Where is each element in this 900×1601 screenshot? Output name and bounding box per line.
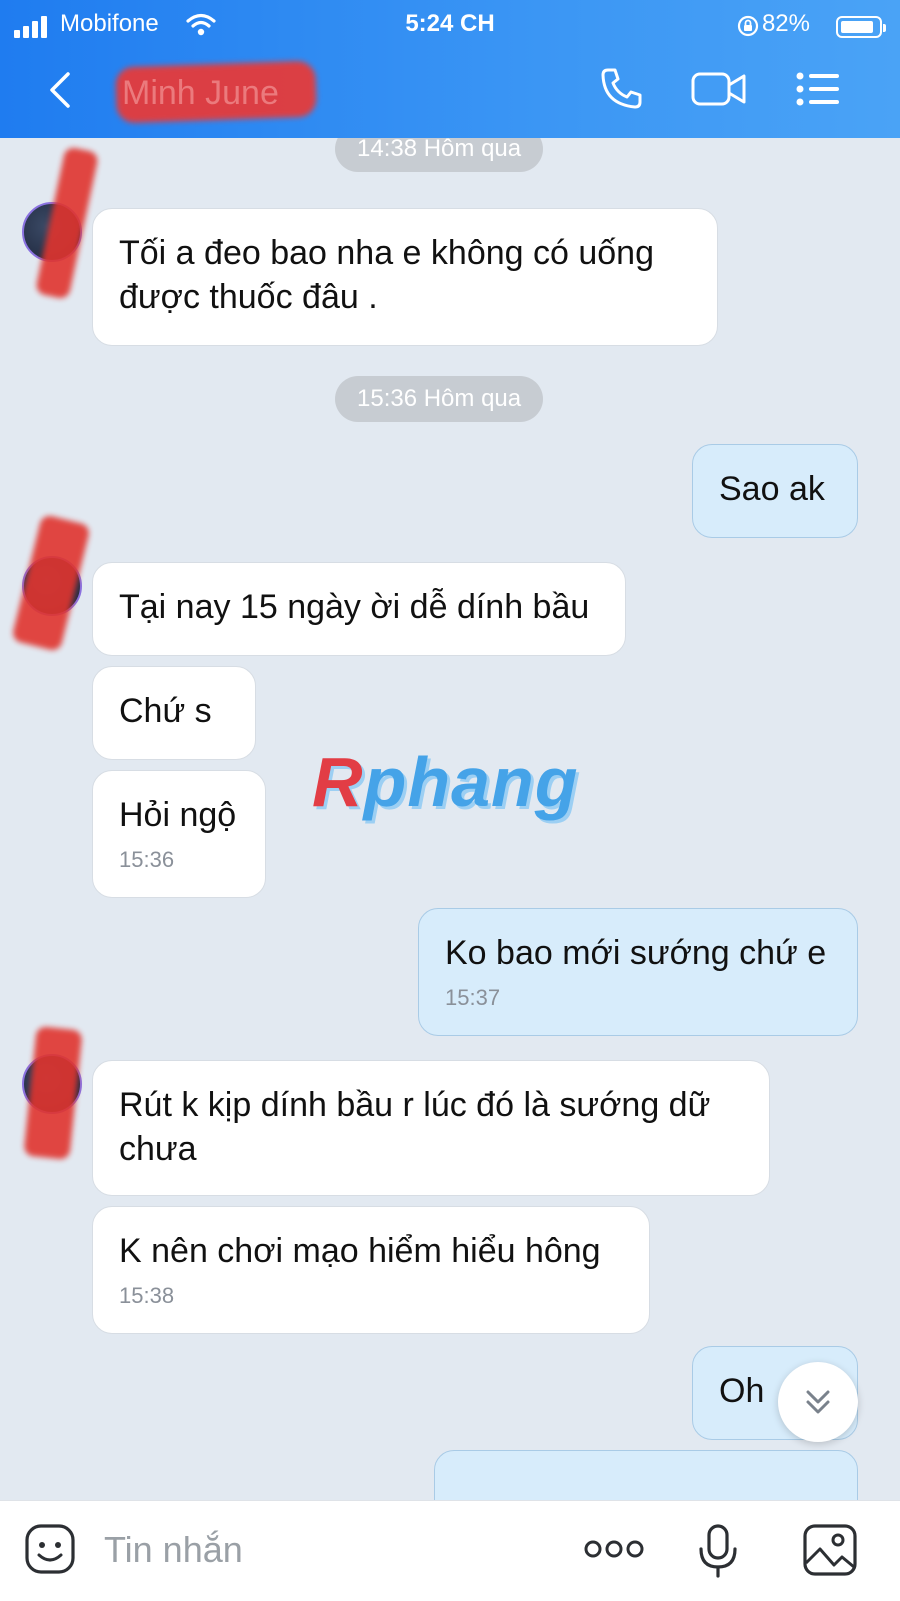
- microphone-icon[interactable]: [696, 1523, 740, 1579]
- lock-rotation-icon: [737, 15, 759, 37]
- message-bubble-outgoing[interactable]: Ko bao mới sướng chứ e 15:37: [418, 908, 858, 1036]
- message-bubble-outgoing[interactable]: [434, 1450, 858, 1500]
- message-time: 15:38: [119, 1283, 175, 1308]
- status-bar: Mobifone 5:24 CH 82%: [0, 6, 900, 46]
- redaction-scribble: [23, 1025, 83, 1161]
- back-icon[interactable]: [44, 70, 78, 110]
- battery-percent: 82%: [761, 10, 810, 37]
- message-bubble-incoming[interactable]: Tại nay 15 ngày ời dễ dính bầu: [92, 562, 626, 656]
- message-composer: Tin nhắn: [0, 1500, 900, 1601]
- more-icon[interactable]: [584, 1537, 644, 1561]
- chevron-double-down-icon: [806, 1390, 830, 1414]
- message-bubble-incoming[interactable]: Rút k kịp dính bầu r lúc đó là sướng dữ …: [92, 1060, 770, 1196]
- scroll-to-bottom-button[interactable]: [778, 1362, 858, 1442]
- message-bubble-incoming[interactable]: K nên chơi mạo hiểm hiểu hông 15:38: [92, 1206, 650, 1334]
- message-time: 15:36: [119, 847, 175, 872]
- message-bubble-incoming[interactable]: Hỏi ngộ 15:36: [92, 770, 266, 898]
- contact-name[interactable]: Minh June: [115, 60, 317, 124]
- video-call-icon[interactable]: [690, 66, 748, 112]
- phone-icon[interactable]: [598, 66, 644, 112]
- message-time: 15:37: [445, 985, 501, 1010]
- message-bubble-outgoing[interactable]: Sao ak: [692, 444, 858, 538]
- date-separator: 15:36 Hôm qua: [335, 376, 544, 422]
- sticker-icon[interactable]: [24, 1523, 78, 1577]
- message-input[interactable]: Tin nhắn: [104, 1529, 243, 1571]
- battery-icon: [836, 16, 886, 38]
- chat-header: Mobifone 5:24 CH 82% Minh June: [0, 0, 900, 138]
- menu-icon[interactable]: [794, 66, 842, 112]
- message-bubble-incoming[interactable]: Chứ s: [92, 666, 256, 760]
- watermark-logo: Rphang: [312, 743, 579, 821]
- message-bubble-incoming[interactable]: Tối a đeo bao nha e không có uống được t…: [92, 208, 718, 346]
- date-separator: 14:38 Hôm qua: [335, 138, 544, 172]
- image-icon[interactable]: [802, 1523, 858, 1577]
